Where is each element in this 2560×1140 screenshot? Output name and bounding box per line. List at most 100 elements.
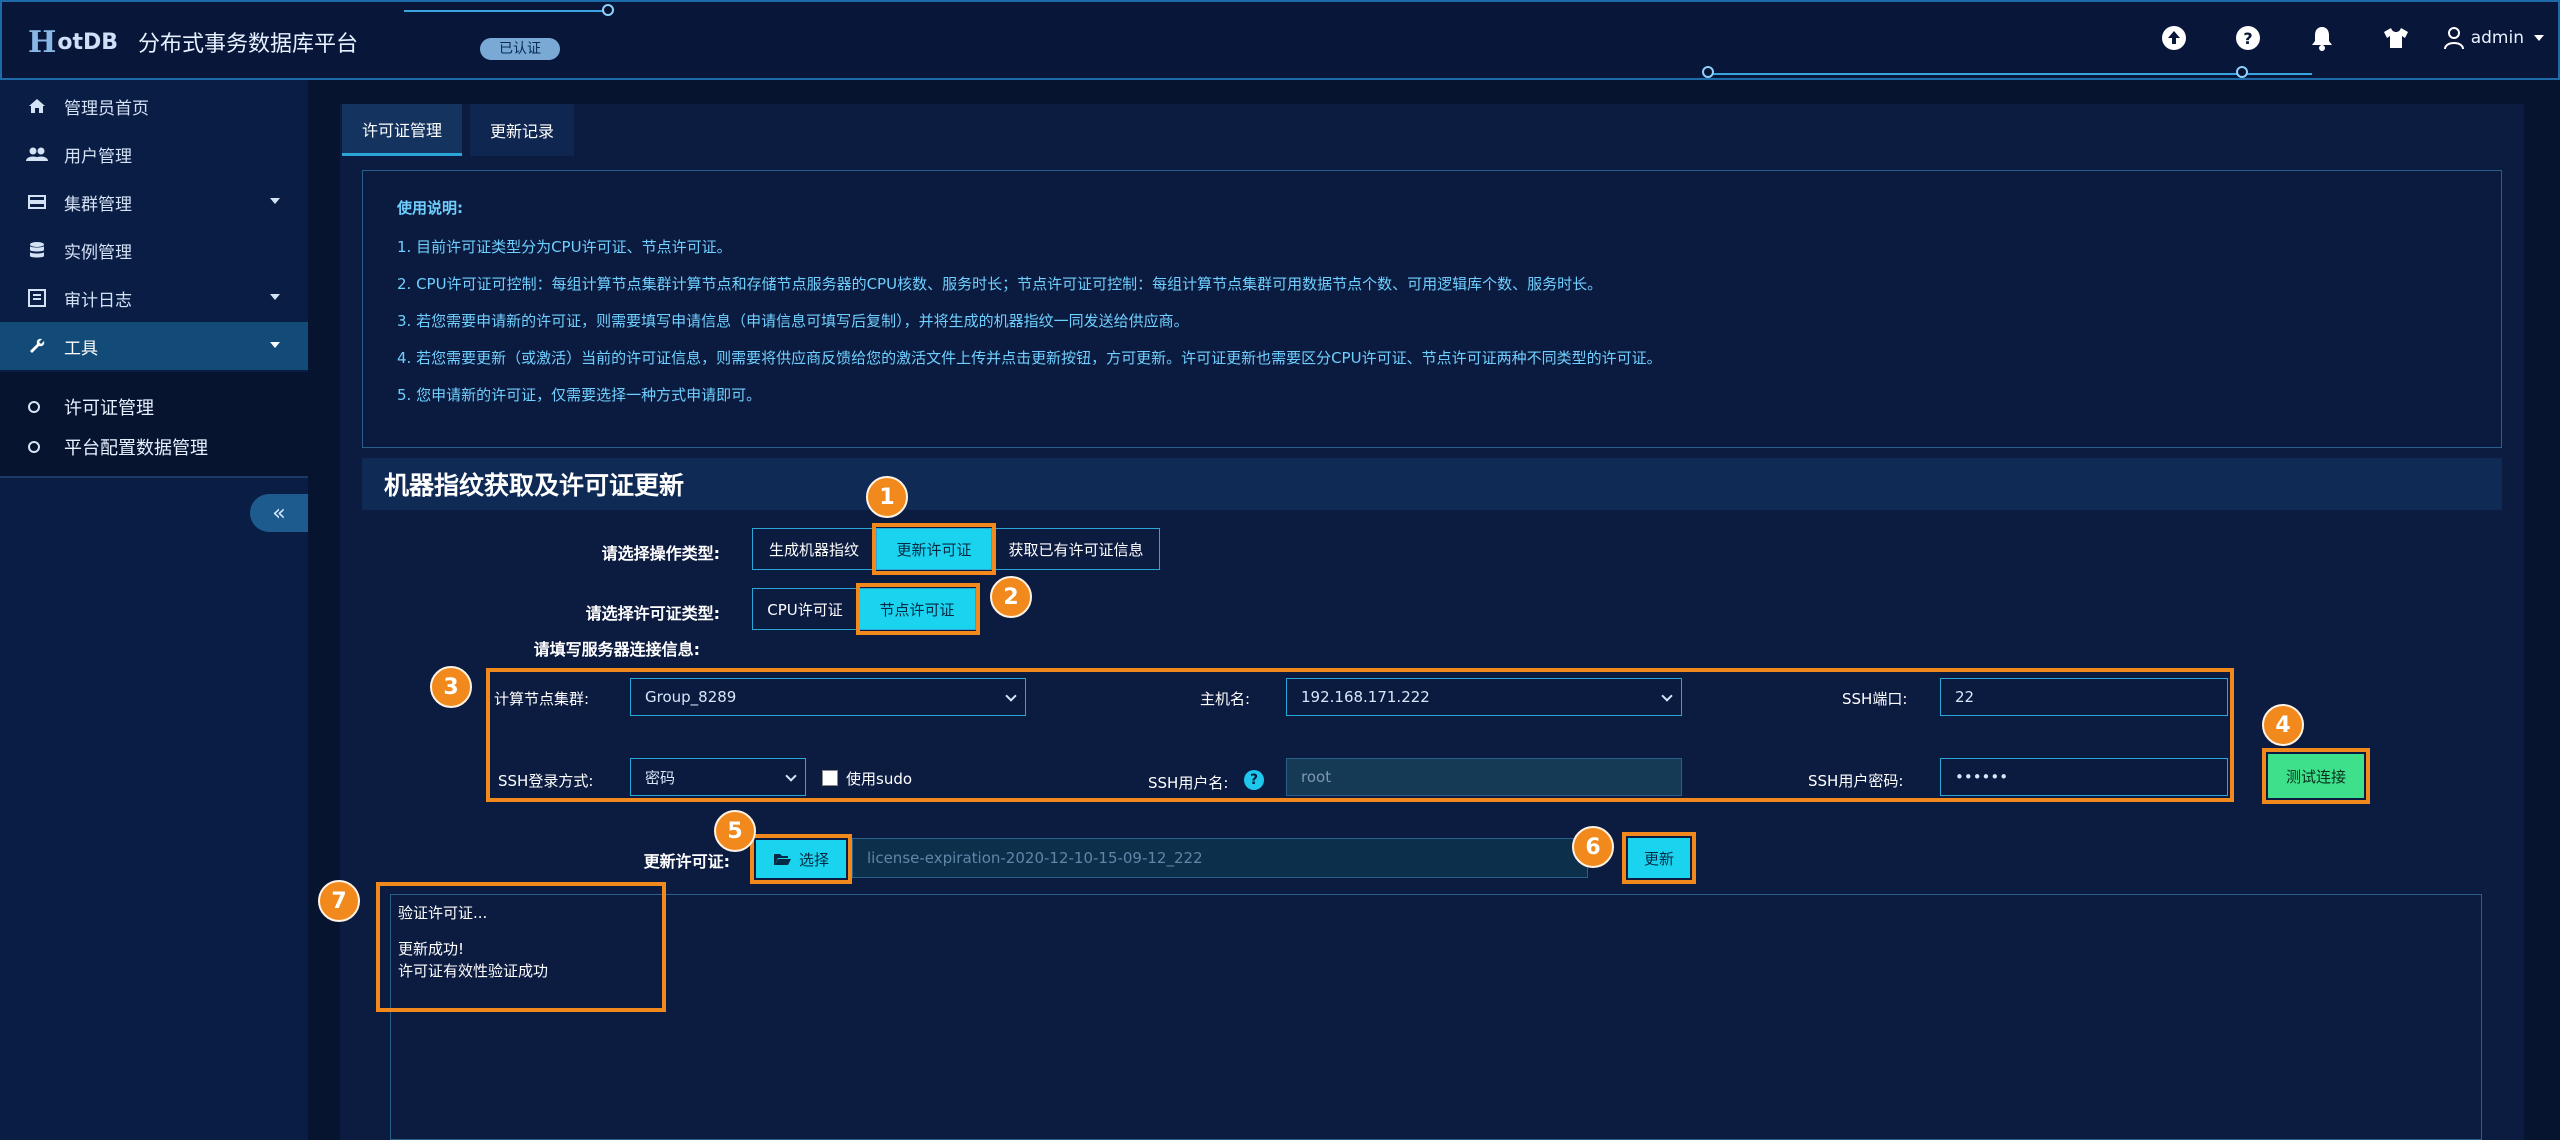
callout-badge: 6 <box>1572 826 1614 868</box>
usage-notes: 使用说明: 1. 目前许可证类型分为CPU许可证、节点许可证。 2. CPU许可… <box>362 170 2502 448</box>
log-line: 更新成功! <box>398 940 465 958</box>
callout-badge: 1 <box>866 476 908 518</box>
username: admin <box>2470 28 2524 48</box>
svg-text:?: ? <box>2243 29 2252 48</box>
circuit-node <box>602 4 614 16</box>
update-button[interactable]: 更新 <box>1628 838 1690 878</box>
license-type-cpu[interactable]: CPU许可证 <box>752 588 858 630</box>
note-line: 2. CPU许可证可控制：每组计算节点集群计算节点和存储节点服务器的CPU核数、… <box>397 275 1603 293</box>
users-icon <box>26 143 48 165</box>
test-connection-button[interactable]: 测试连接 <box>2268 754 2364 798</box>
chevron-down-icon <box>1661 690 1673 702</box>
choose-button-label: 选择 <box>798 850 829 869</box>
section-header: 机器指纹获取及许可证更新 <box>362 458 2502 510</box>
logo-text: otDB <box>57 29 119 55</box>
callout-badge: 5 <box>714 810 756 852</box>
callout-badge: 4 <box>2262 704 2304 746</box>
collapse-sidebar-button[interactable]: « <box>250 494 308 532</box>
ssh-user-input[interactable]: root <box>1286 758 1682 796</box>
callout-badge: 2 <box>990 576 1032 618</box>
circle-icon <box>28 441 40 453</box>
note-line: 1. 目前许可证类型分为CPU许可证、节点许可证。 <box>397 238 732 256</box>
user-icon <box>2443 27 2464 50</box>
chevron-down-icon <box>2534 35 2544 41</box>
note-line: 4. 若您需要更新（或激活）当前的许可证信息，则需要将供应商反馈给您的激活文件上… <box>397 349 1662 367</box>
circuit-line <box>404 10 604 12</box>
op-generate-fingerprint[interactable]: 生成机器指纹 <box>752 528 876 570</box>
server-info-label: 请填写服务器连接信息: <box>533 640 700 659</box>
sidebar-item-label: 工具 <box>64 338 98 359</box>
sidebar: 管理员首页 用户管理 集群管理 实例管理 审计日志 工具 许可证管理 平台配置数… <box>0 80 308 1140</box>
update-license-label: 更新许可证: <box>643 852 730 871</box>
ssh-password-label: SSH用户密码: <box>1808 772 1904 790</box>
callout-badge: 3 <box>430 666 472 708</box>
sidebar-subitem-label: 许可证管理 <box>64 398 154 419</box>
bell-icon[interactable] <box>2308 24 2336 52</box>
help-icon[interactable]: ? <box>2234 24 2262 52</box>
sidebar-item-instances[interactable]: 实例管理 <box>0 226 308 274</box>
top-header: HotDB 分布式事务数据库平台 已认证 ? admin <box>0 0 2560 80</box>
shirt-icon[interactable] <box>2382 24 2410 52</box>
host-value: 192.168.171.222 <box>1301 688 1430 706</box>
cluster-icon <box>26 191 48 213</box>
cluster-label: 计算节点集群: <box>494 690 590 708</box>
ssh-user-label: SSH用户名: <box>1148 774 1229 792</box>
host-select[interactable]: 192.168.171.222 <box>1286 678 1682 716</box>
sidebar-item-label: 审计日志 <box>64 290 132 311</box>
notes-title: 使用说明: <box>397 199 463 217</box>
choose-file-button[interactable]: 选择 <box>756 840 846 878</box>
log-line: 验证许可证... <box>398 904 488 922</box>
ssh-port-input[interactable]: 22 <box>1940 678 2228 716</box>
license-file-input[interactable]: license-expiration-2020-12-10-15-09-12_2… <box>852 838 1588 878</box>
ssh-login-label: SSH登录方式: <box>498 772 594 790</box>
logo-mark: H <box>28 24 58 60</box>
chevron-down-icon <box>785 770 797 782</box>
home-icon <box>26 95 48 117</box>
sidebar-item-label: 用户管理 <box>64 146 132 167</box>
sudo-checkbox[interactable] <box>822 770 838 786</box>
sidebar-item-label: 实例管理 <box>64 242 132 263</box>
cluster-value: Group_8289 <box>645 688 737 706</box>
database-icon <box>26 239 48 261</box>
section-title: 机器指纹获取及许可证更新 <box>384 471 685 500</box>
sidebar-item-cluster[interactable]: 集群管理 <box>0 178 308 226</box>
host-label: 主机名: <box>1200 690 1251 708</box>
tab-update-records[interactable]: 更新记录 <box>470 104 575 156</box>
chevron-down-icon <box>270 294 280 300</box>
sidebar-subitem-platform-config[interactable]: 平台配置数据管理 <box>28 434 208 460</box>
sidebar-item-audit-log[interactable]: 审计日志 <box>0 274 308 322</box>
wrench-icon <box>26 335 48 357</box>
op-get-license-info[interactable]: 获取已有许可证信息 <box>992 528 1160 570</box>
question-icon[interactable]: ? <box>1244 770 1264 790</box>
sidebar-subitem-label: 平台配置数据管理 <box>64 438 208 459</box>
ssh-login-value: 密码 <box>645 768 676 787</box>
circle-icon <box>28 401 40 413</box>
log-output <box>390 894 2482 1140</box>
logo: HotDB 分布式事务数据库平台 <box>28 20 358 64</box>
circuit-line <box>1712 73 2312 75</box>
cluster-select[interactable]: Group_8289 <box>630 678 1026 716</box>
log-line: 许可证有效性验证成功 <box>398 962 549 980</box>
sidebar-item-admin-home[interactable]: 管理员首页 <box>0 82 308 130</box>
app-title: 分布式事务数据库平台 <box>138 32 359 57</box>
sudo-label: 使用sudo <box>846 770 913 788</box>
folder-open-icon <box>773 854 791 865</box>
tools-submenu: 许可证管理 平台配置数据管理 <box>0 372 308 478</box>
tab-license-management[interactable]: 许可证管理 <box>342 104 463 156</box>
note-line: 3. 若您需要申请新的许可证，则需要填写申请信息（申请信息可填写后复制），并将生… <box>397 312 1189 330</box>
operation-type-label: 请选择操作类型: <box>601 544 720 563</box>
sidebar-item-tools[interactable]: 工具 <box>0 322 308 370</box>
upload-icon[interactable] <box>2160 24 2188 52</box>
verified-badge: 已认证 <box>480 38 560 60</box>
circuit-node <box>2236 66 2248 78</box>
sidebar-subitem-license[interactable]: 许可证管理 <box>28 394 154 420</box>
user-menu[interactable]: admin <box>2443 26 2544 50</box>
ssh-password-input[interactable]: •••••• <box>1940 758 2228 796</box>
ssh-login-select[interactable]: 密码 <box>630 758 806 796</box>
chevron-down-icon <box>270 198 280 204</box>
sidebar-item-label: 管理员首页 <box>64 98 149 119</box>
highlight-box <box>856 583 980 635</box>
sidebar-item-users[interactable]: 用户管理 <box>0 130 308 178</box>
circuit-node <box>1702 66 1714 78</box>
header-actions: ? admin <box>2137 24 2544 52</box>
